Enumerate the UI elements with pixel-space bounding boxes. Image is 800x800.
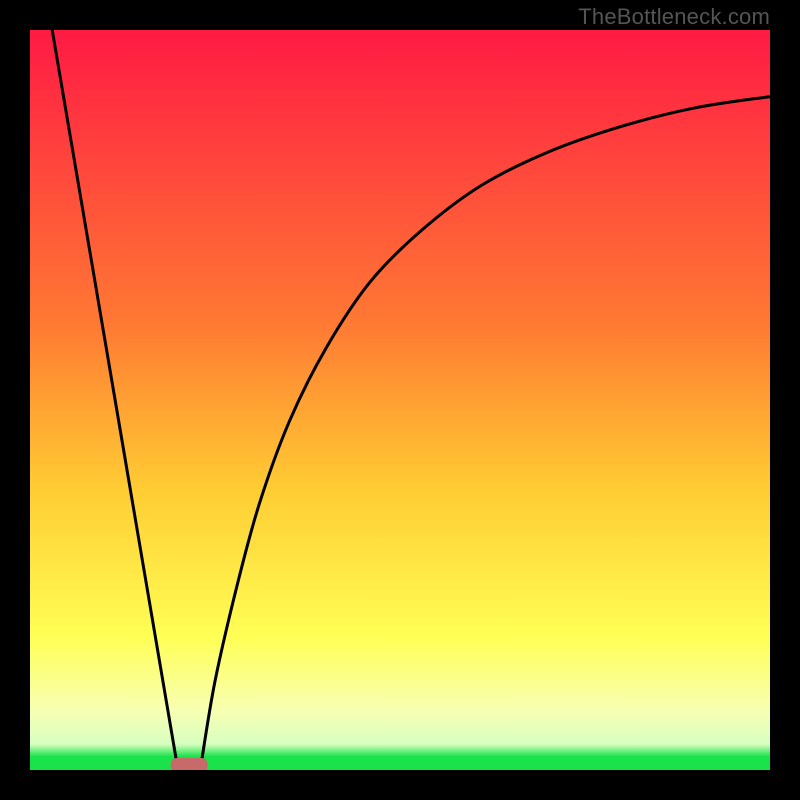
plot-area: [30, 30, 770, 770]
minimum-marker: [171, 758, 208, 770]
chart-frame: TheBottleneck.com: [0, 0, 800, 800]
gradient-background: [30, 30, 770, 770]
watermark-text: TheBottleneck.com: [578, 4, 770, 30]
chart-svg: [30, 30, 770, 770]
